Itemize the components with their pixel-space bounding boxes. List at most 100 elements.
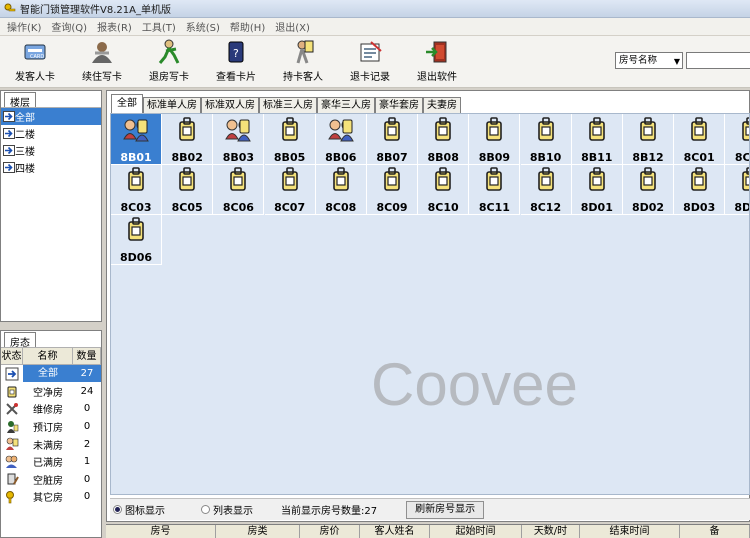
tab-floors[interactable]: 楼层 <box>4 92 36 109</box>
floor-item-3[interactable]: 四楼 <box>1 159 101 176</box>
tab-room-type-3[interactable]: 标准三人房 <box>259 97 317 113</box>
room-cell[interactable]: 8C08 <box>315 164 367 215</box>
toolbar-button-3[interactable]: ? 查看卡片 <box>204 39 268 85</box>
vacant-tag-icon <box>691 167 707 191</box>
room-cell[interactable]: 8C07 <box>264 164 316 215</box>
room-cell[interactable]: 8C05 <box>162 164 214 215</box>
toolbar-button-2[interactable]: 退房写卡 <box>137 39 201 85</box>
list-col-header-1[interactable]: 房类 <box>216 525 300 538</box>
room-cell[interactable]: 8C06 <box>213 164 265 215</box>
status-row-7[interactable]: 其它房 0 <box>1 488 101 506</box>
chevron-down-icon[interactable]: ▼ <box>674 54 680 69</box>
status-row-6[interactable]: 空脏房 0 <box>1 471 101 489</box>
list-view-radio[interactable]: 列表显示 <box>201 502 253 517</box>
status-row-2[interactable]: 维修房 0 <box>1 400 101 418</box>
room-cell[interactable]: 8B08 <box>418 114 470 165</box>
toolbar-button-0[interactable]: CARD 发客人卡 <box>3 39 67 85</box>
vacant-tag-icon <box>742 117 749 141</box>
room-cell[interactable]: 8B03 <box>213 114 265 165</box>
list-col-header-4[interactable]: 起始时间 <box>430 525 522 538</box>
room-cell[interactable]: 8D05 <box>725 164 749 215</box>
list-col-header-7[interactable]: 备 <box>680 525 750 538</box>
room-cell[interactable]: 8B02 <box>162 114 214 165</box>
arrow-right-icon <box>3 128 15 139</box>
menu-item-4[interactable]: 系统(S) <box>186 19 220 34</box>
room-cell[interactable]: 8D06 <box>111 214 162 265</box>
room-number: 8B01 <box>120 151 152 164</box>
room-icon-wrap <box>276 167 304 195</box>
menu-item-6[interactable]: 退出(X) <box>275 19 310 34</box>
room-number: 8C11 <box>478 201 510 214</box>
status-row-5[interactable]: 已满房 1 <box>1 453 101 471</box>
floor-item-1[interactable]: 二楼 <box>1 125 101 142</box>
menu-item-0[interactable]: 操作(K) <box>7 19 41 34</box>
status-icon-cell <box>1 490 23 504</box>
room-number: 8C05 <box>171 201 203 214</box>
room-cell[interactable]: 8C10 <box>418 164 470 215</box>
list-col-header-0[interactable]: 房号 <box>106 525 216 538</box>
room-cell[interactable]: 8C09 <box>367 164 418 215</box>
floor-item-0[interactable]: 全部 <box>1 108 101 125</box>
tab-room-type-0[interactable]: 全部 <box>111 94 143 113</box>
room-cell[interactable]: 8B10 <box>520 114 572 165</box>
vacant-tag-icon <box>640 167 656 191</box>
room-filter-input[interactable] <box>686 52 750 69</box>
menu-item-5[interactable]: 帮助(H) <box>230 19 265 34</box>
room-icon-wrap <box>173 117 201 145</box>
tab-room-status[interactable]: 房态 <box>4 332 36 349</box>
room-cell[interactable]: 8B05 <box>264 114 316 165</box>
tab-room-type-2[interactable]: 标准双人房 <box>201 97 259 113</box>
room-cell[interactable]: 8C11 <box>469 164 521 215</box>
floor-item-2[interactable]: 三楼 <box>1 142 101 159</box>
tab-room-type-4[interactable]: 豪华三人房 <box>317 97 375 113</box>
room-cell[interactable]: 8C01 <box>674 114 726 165</box>
room-filter-select[interactable]: 房号名称 ▼ <box>615 52 683 69</box>
tab-room-type-5[interactable]: 豪华套房 <box>375 97 423 113</box>
room-cell[interactable]: 8C03 <box>111 164 162 215</box>
room-cell[interactable]: 8D02 <box>623 164 674 215</box>
status-row-4[interactable]: 未满房 2 <box>1 435 101 453</box>
status-row-0[interactable]: 全部 27 <box>1 365 101 383</box>
menu-item-1[interactable]: 查询(Q) <box>51 19 87 34</box>
toolbar-button-5[interactable]: 退卡记录 <box>338 39 402 85</box>
refresh-rooms-button[interactable]: 刷新房号显示 <box>406 500 485 519</box>
toolbar-button-6[interactable]: 退出软件 <box>405 39 469 85</box>
room-cell[interactable]: 8D03 <box>674 164 726 215</box>
room-cell[interactable]: 8C12 <box>520 164 572 215</box>
status-row-1[interactable]: 空净房 24 <box>1 383 101 401</box>
list-col-header-3[interactable]: 客人姓名 <box>360 525 430 538</box>
vacant-tag-icon <box>332 167 349 191</box>
room-count-label: 当前显示房号数量:27 <box>281 506 378 517</box>
room-icon-wrap <box>429 167 457 195</box>
status-icon-cell <box>1 437 23 451</box>
toolbar-button-1[interactable]: 续住写卡 <box>70 39 134 85</box>
arrow-right-icon <box>3 145 15 156</box>
room-icon-wrap <box>583 167 611 195</box>
menu-item-3[interactable]: 工具(T) <box>142 19 176 34</box>
status-col-header: 状态 <box>1 348 23 364</box>
room-number: 8B03 <box>222 151 255 164</box>
status-row-3[interactable]: 预订房 0 <box>1 418 101 436</box>
room-status-pane: 房态 状态 名称 数量 全部 27 空净房 24 维修房 0 预订房 0 未满房 2 已满房 1 空脏房… <box>0 330 102 538</box>
tab-room-type-1[interactable]: 标准单人房 <box>143 97 201 113</box>
menu-item-2[interactable]: 报表(R) <box>97 19 132 34</box>
toolbar-button-label: 续住写卡 <box>82 72 122 83</box>
status-count: 0 <box>83 403 91 415</box>
room-cell[interactable]: 8B01 <box>111 114 162 165</box>
list-col-header-6[interactable]: 结束时间 <box>580 525 680 538</box>
vacant-tag-icon <box>384 117 400 141</box>
room-cell[interactable]: 8B07 <box>367 114 418 165</box>
toolbar-button-4[interactable]: 持卡客人 <box>271 39 335 85</box>
room-cell[interactable]: 8D01 <box>571 164 623 215</box>
room-cell[interactable]: 8B12 <box>623 114 674 165</box>
room-cell[interactable]: 8B06 <box>315 114 367 165</box>
room-cell[interactable]: 8C02 <box>725 114 749 165</box>
vacant-tag-icon <box>486 167 503 191</box>
list-col-header-2[interactable]: 房价 <box>300 525 360 538</box>
room-icon-wrap <box>532 117 560 145</box>
icon-view-radio[interactable]: 图标显示 <box>113 502 165 517</box>
room-cell[interactable]: 8B11 <box>571 114 623 165</box>
room-cell[interactable]: 8B09 <box>469 114 521 165</box>
list-col-header-5[interactable]: 天数/时 <box>522 525 580 538</box>
tab-room-type-6[interactable]: 夫妻房 <box>423 97 461 113</box>
